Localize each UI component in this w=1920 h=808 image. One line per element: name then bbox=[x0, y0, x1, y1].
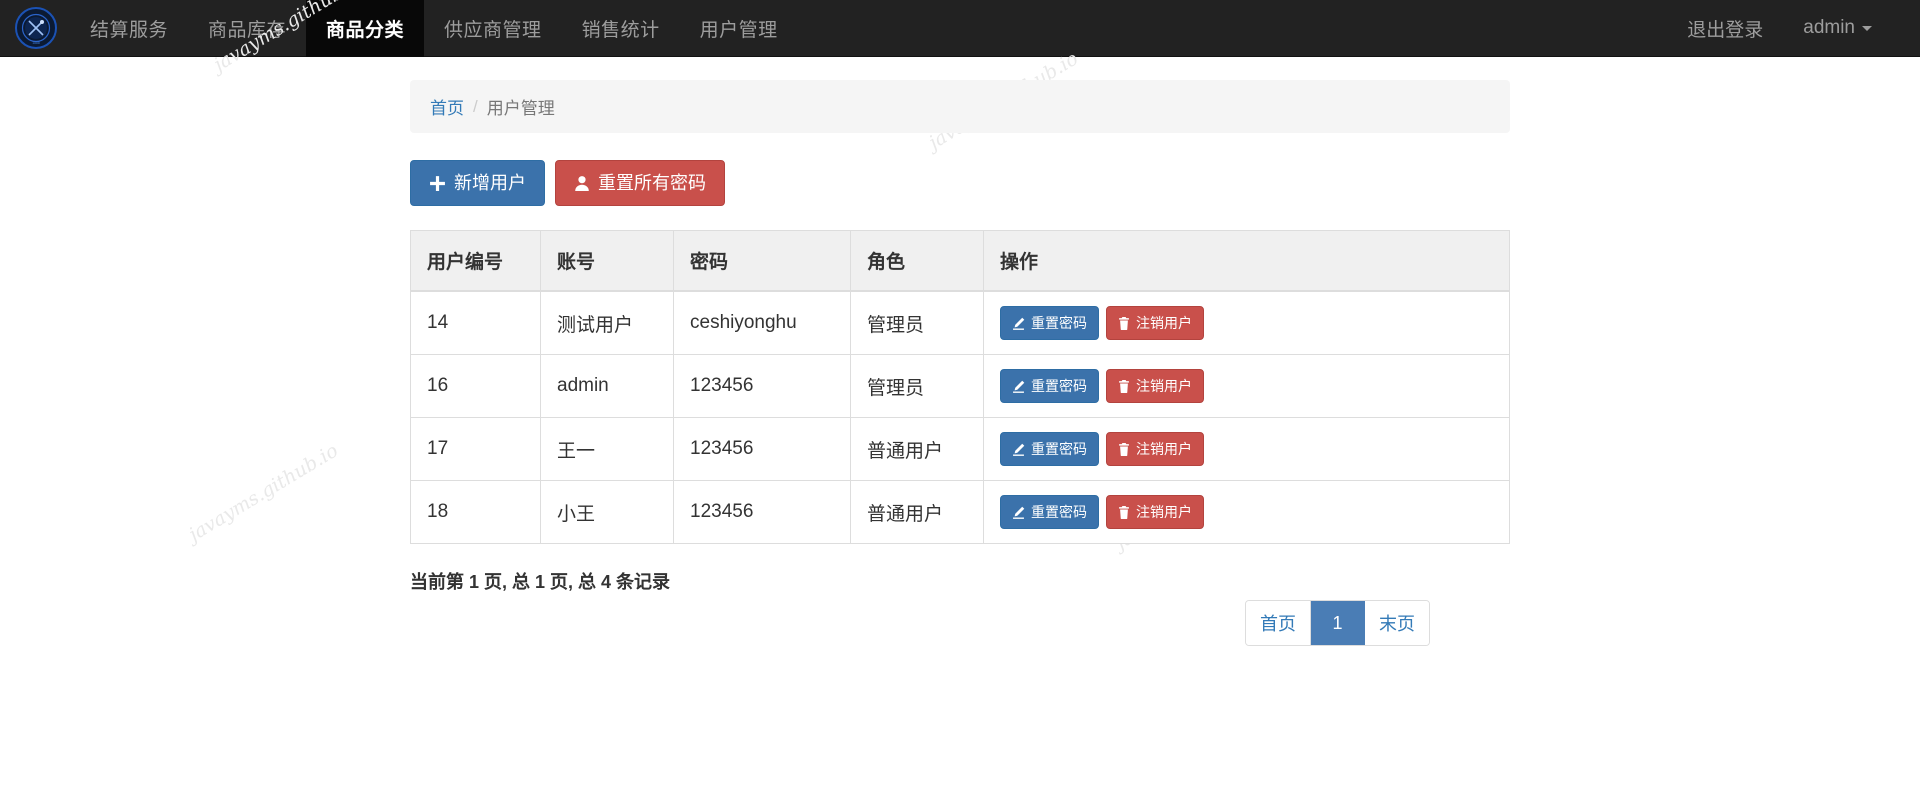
reset-password-label: 重置密码 bbox=[1031, 504, 1087, 520]
user-icon bbox=[574, 175, 590, 192]
reset-all-passwords-label: 重置所有密码 bbox=[598, 173, 706, 193]
table-header-password: 密码 bbox=[673, 230, 851, 292]
table-row: 18 小王 123456 普通用户 重置密码 注销用户 bbox=[410, 480, 1510, 544]
table-body: 14 测试用户 ceshiyonghu 管理员 重置密码 注销用户 16 adm… bbox=[410, 290, 1510, 544]
university-seal-logo-icon[interactable]: 1888 bbox=[14, 6, 58, 50]
cell-account: admin bbox=[540, 354, 674, 418]
cell-password: 123456 bbox=[673, 354, 851, 418]
pencil-icon bbox=[1012, 317, 1025, 330]
reset-password-button[interactable]: 重置密码 bbox=[1000, 306, 1099, 340]
page-body: javayms.github.io javayms.github.io java… bbox=[0, 0, 1920, 646]
reset-password-label: 重置密码 bbox=[1031, 315, 1087, 331]
cell-actions: 重置密码 注销用户 bbox=[983, 354, 1510, 418]
pagination-first[interactable]: 首页 bbox=[1246, 601, 1311, 645]
cell-actions: 重置密码 注销用户 bbox=[983, 290, 1510, 355]
breadcrumb-separator: / bbox=[473, 96, 478, 116]
cell-password: ceshiyonghu bbox=[673, 290, 851, 355]
plus-icon bbox=[429, 175, 446, 192]
user-menu[interactable]: admin bbox=[1783, 0, 1892, 57]
delete-user-button[interactable]: 注销用户 bbox=[1106, 432, 1204, 466]
add-user-button[interactable]: 新增用户 bbox=[410, 160, 545, 206]
cell-role: 普通用户 bbox=[850, 480, 984, 544]
breadcrumb-current: 用户管理 bbox=[486, 99, 555, 118]
delete-user-label: 注销用户 bbox=[1136, 315, 1192, 331]
delete-user-label: 注销用户 bbox=[1136, 441, 1192, 457]
cell-password: 123456 bbox=[673, 480, 851, 544]
cell-account: 测试用户 bbox=[540, 290, 674, 355]
nav-item-3[interactable]: 供应商管理 bbox=[424, 0, 562, 57]
pencil-icon bbox=[1012, 380, 1025, 393]
trash-icon bbox=[1118, 505, 1130, 519]
pagination: 首页 1 末页 bbox=[1245, 600, 1430, 646]
trash-icon bbox=[1118, 442, 1130, 456]
navbar-right: 退出登录 admin bbox=[1667, 0, 1892, 57]
pagination-page-1[interactable]: 1 bbox=[1311, 601, 1365, 645]
nav-item-1[interactable]: 商品库存 bbox=[188, 0, 306, 57]
trash-icon bbox=[1118, 379, 1130, 393]
reset-password-label: 重置密码 bbox=[1031, 378, 1087, 394]
user-menu-label: admin bbox=[1803, 17, 1855, 38]
nav-links: 结算服务 商品库存 商品分类 供应商管理 销售统计 用户管理 bbox=[70, 0, 798, 57]
reset-password-button[interactable]: 重置密码 bbox=[1000, 432, 1099, 466]
pagination-wrap: 首页 1 末页 bbox=[410, 600, 1510, 646]
cell-actions: 重置密码 注销用户 bbox=[983, 417, 1510, 481]
reset-password-label: 重置密码 bbox=[1031, 441, 1087, 457]
cell-account: 王一 bbox=[540, 417, 674, 481]
table-row: 17 王一 123456 普通用户 重置密码 注销用户 bbox=[410, 417, 1510, 481]
table-row: 16 admin 123456 管理员 重置密码 注销用户 bbox=[410, 354, 1510, 418]
pencil-icon bbox=[1012, 506, 1025, 519]
pagination-last[interactable]: 末页 bbox=[1365, 601, 1429, 645]
table-row: 14 测试用户 ceshiyonghu 管理员 重置密码 注销用户 bbox=[410, 290, 1510, 355]
users-table: 用户编号 账号 密码 角色 操作 14 测试用户 ceshiyonghu 管理员 bbox=[410, 230, 1510, 544]
cell-id: 16 bbox=[410, 354, 541, 418]
delete-user-button[interactable]: 注销用户 bbox=[1106, 369, 1204, 403]
nav-item-5[interactable]: 用户管理 bbox=[680, 0, 798, 57]
cell-role: 管理员 bbox=[850, 290, 984, 355]
table-header-row: 用户编号 账号 密码 角色 操作 bbox=[410, 230, 1510, 292]
add-user-label: 新增用户 bbox=[454, 173, 526, 193]
breadcrumb-home-link[interactable]: 首页 bbox=[430, 99, 464, 118]
table-header-id: 用户编号 bbox=[410, 230, 541, 292]
breadcrumb: 首页 / 用户管理 bbox=[410, 80, 1510, 133]
cell-id: 17 bbox=[410, 417, 541, 481]
cell-id: 18 bbox=[410, 480, 541, 544]
top-navbar: 1888 结算服务 商品库存 商品分类 供应商管理 销售统计 用户管理 退出登录… bbox=[0, 0, 1920, 57]
svg-text:1888: 1888 bbox=[32, 41, 40, 45]
cell-role: 普通用户 bbox=[850, 417, 984, 481]
nav-item-2[interactable]: 商品分类 bbox=[306, 0, 425, 57]
cell-password: 123456 bbox=[673, 417, 851, 481]
reset-all-passwords-button[interactable]: 重置所有密码 bbox=[555, 160, 725, 206]
delete-user-label: 注销用户 bbox=[1136, 504, 1192, 520]
delete-user-button[interactable]: 注销用户 bbox=[1106, 306, 1204, 340]
reset-password-button[interactable]: 重置密码 bbox=[1000, 495, 1099, 529]
pencil-icon bbox=[1012, 443, 1025, 456]
cell-role: 管理员 bbox=[850, 354, 984, 418]
delete-user-label: 注销用户 bbox=[1136, 378, 1192, 394]
nav-item-0[interactable]: 结算服务 bbox=[70, 0, 188, 57]
reset-password-button[interactable]: 重置密码 bbox=[1000, 369, 1099, 403]
cell-id: 14 bbox=[410, 290, 541, 355]
main-container: 首页 / 用户管理 新增用户 重置所有密码 用户编号 账号 密码 角色 操作 1… bbox=[410, 80, 1510, 646]
nav-item-4[interactable]: 销售统计 bbox=[562, 0, 680, 57]
trash-icon bbox=[1118, 316, 1130, 330]
toolbar: 新增用户 重置所有密码 bbox=[410, 160, 1510, 206]
logout-link[interactable]: 退出登录 bbox=[1667, 0, 1783, 57]
table-head: 用户编号 账号 密码 角色 操作 bbox=[410, 230, 1510, 292]
table-header-actions: 操作 bbox=[983, 230, 1510, 292]
pagination-info: 当前第 1 页, 总 1 页, 总 4 条记录 bbox=[410, 572, 671, 592]
cell-actions: 重置密码 注销用户 bbox=[983, 480, 1510, 544]
cell-account: 小王 bbox=[540, 480, 674, 544]
watermark: javayms.github.io bbox=[185, 439, 342, 546]
chevron-down-icon bbox=[1862, 25, 1872, 31]
table-header-account: 账号 bbox=[540, 230, 674, 292]
table-header-role: 角色 bbox=[850, 230, 984, 292]
delete-user-button[interactable]: 注销用户 bbox=[1106, 495, 1204, 529]
